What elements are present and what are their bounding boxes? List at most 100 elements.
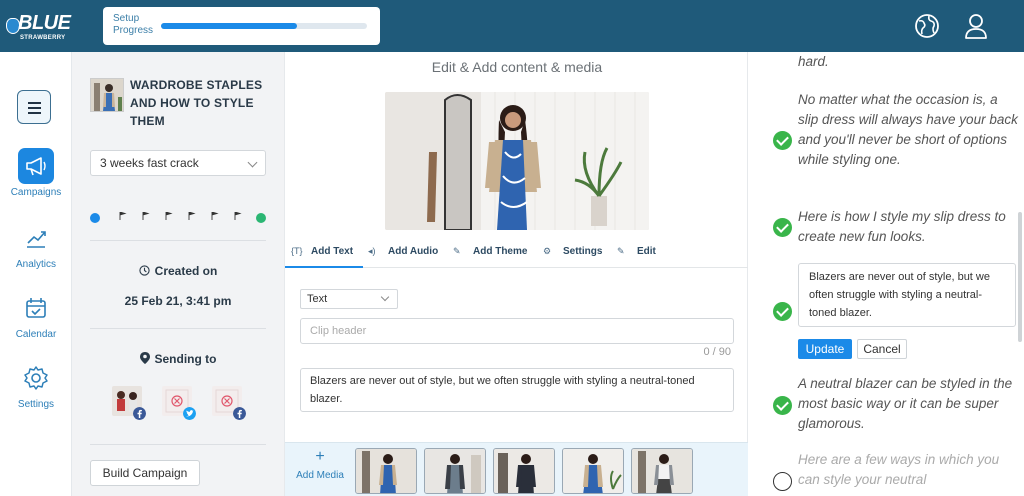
content-type-select[interactable]: Text (300, 289, 398, 309)
account-facebook-1[interactable] (112, 386, 146, 420)
clip-body-textarea[interactable]: Blazers are never out of style, but we o… (300, 368, 734, 412)
speaker-icon: ◂) (368, 246, 376, 256)
media-thumbnail[interactable] (355, 448, 417, 494)
tab-label: Add Audio (388, 246, 439, 257)
tab-settings[interactable]: ⚙ Settings (543, 246, 602, 257)
check-icon (773, 396, 792, 415)
brand-logo[interactable]: BLUE STRAWBERRY (4, 10, 71, 46)
setup-progress-label: Setup Progress (113, 13, 154, 36)
campaign-step-track (90, 212, 266, 223)
media-strip: + Add Media (285, 442, 749, 496)
left-nav: Campaigns Analytics Calendar Settings (0, 52, 72, 496)
step-start-dot (90, 213, 100, 223)
nav-item-analytics[interactable]: Analytics (0, 220, 72, 270)
tab-add-theme[interactable]: ✎ Add Theme (453, 246, 527, 257)
location-pin-icon (139, 352, 150, 364)
divider (90, 240, 266, 241)
build-campaign-button[interactable]: Build Campaign (90, 460, 200, 486)
tab-add-audio[interactable]: ◂) Add Audio (368, 246, 438, 257)
add-media-button[interactable]: + Add Media (291, 448, 349, 482)
sending-to-label: Sending to (154, 352, 217, 366)
campaign-thumbnail (90, 78, 124, 112)
brand-sub: STRAWBERRY (20, 35, 66, 41)
globe-icon[interactable] (913, 12, 941, 40)
hamburger-menu-button[interactable] (17, 90, 51, 124)
sending-to-heading: Sending to (90, 352, 266, 366)
setup-progress-track (161, 23, 367, 29)
setup-progress-fill (161, 23, 297, 29)
twitter-icon (183, 407, 196, 420)
campaign-detail-panel: WARDROBE STAPLES AND HOW TO STYLE THEM 3… (72, 52, 284, 496)
tab-label: Edit (637, 246, 656, 257)
check-icon (773, 302, 792, 321)
top-bar: BLUE STRAWBERRY Setup Progress (0, 0, 1024, 52)
clip-header-input[interactable] (300, 318, 734, 344)
script-line-editor[interactable]: Blazers are never out of style, but we o… (798, 263, 1016, 327)
created-on-label: Created on (154, 264, 218, 278)
schedule-select-value: 3 weeks fast crack (100, 156, 199, 170)
check-icon (773, 131, 792, 150)
divider (90, 444, 266, 445)
created-on-heading: Created on (90, 264, 266, 278)
text-icon: {T} (291, 246, 303, 256)
media-thumbnail[interactable] (493, 448, 555, 494)
schedule-select[interactable]: 3 weeks fast crack (90, 150, 266, 176)
cancel-button[interactable]: Cancel (857, 339, 907, 359)
tab-edit[interactable]: ✎ Edit (617, 246, 656, 257)
step-end-dot (256, 213, 266, 223)
script-line[interactable]: No matter what the occasion is, a slip d… (798, 90, 1020, 170)
unchecked-circle-icon[interactable] (773, 472, 792, 491)
account-facebook-disconnected[interactable] (212, 386, 246, 420)
step-flags (119, 212, 242, 220)
editor-title: Edit & Add content & media (431, 59, 603, 75)
script-panel: hard. No matter what the occasion is, a … (748, 52, 1024, 496)
trend-icon (18, 220, 54, 256)
facebook-icon (133, 407, 146, 420)
hero-photo (385, 92, 649, 230)
script-line[interactable]: Here is how I style my slip dress to cre… (798, 207, 1020, 247)
nav-label-analytics: Analytics (15, 259, 56, 270)
check-icon (773, 218, 792, 237)
tab-label: Add Text (311, 246, 354, 257)
tab-label: Settings (563, 246, 603, 257)
chevron-down-icon (380, 292, 390, 302)
megaphone-icon (18, 148, 54, 184)
hero-image[interactable] (385, 92, 649, 230)
user-icon[interactable] (962, 12, 990, 40)
media-thumbnail[interactable] (631, 448, 693, 494)
script-line[interactable]: hard. (798, 52, 1020, 72)
nav-label-calendar: Calendar (15, 329, 57, 340)
clip-header-char-counter: 0 / 90 (703, 346, 731, 358)
content-editor: Edit & Add content & media {T} Add Text … (284, 52, 749, 496)
created-date: 25 Feb 21, 3:41 pm (124, 294, 232, 308)
media-thumbnail[interactable] (562, 448, 624, 494)
nav-item-campaigns[interactable]: Campaigns (0, 148, 72, 198)
nav-item-calendar[interactable]: Calendar (0, 290, 72, 340)
nav-label-campaigns: Campaigns (10, 187, 62, 198)
facebook-icon (233, 407, 246, 420)
content-type-value: Text (307, 293, 328, 305)
scrollbar[interactable] (1018, 212, 1022, 342)
chevron-down-icon (247, 157, 258, 168)
plus-icon: + (315, 448, 325, 465)
editor-tabs: {T} Add Text ◂) Add Audio ✎ Add Theme ⚙ Sett… (285, 242, 749, 268)
campaign-title: WARDROBE STAPLES AND HOW TO STYLE THEM (130, 78, 263, 128)
clock-icon (139, 265, 150, 276)
update-button[interactable]: Update (798, 339, 852, 359)
active-tab-indicator (285, 266, 363, 268)
pencil-icon: ✎ (453, 246, 461, 256)
pencil-icon: ✎ (617, 246, 625, 256)
nav-item-settings[interactable]: Settings (0, 360, 72, 410)
script-line[interactable]: A neutral blazer can be styled in the mo… (798, 374, 1020, 434)
gear-icon: ⚙ (543, 246, 552, 256)
nav-label-settings: Settings (17, 399, 55, 410)
gear-icon (18, 360, 54, 396)
calendar-icon (18, 290, 54, 326)
media-thumbnail[interactable] (424, 448, 486, 494)
tab-label: Add Theme (473, 246, 528, 257)
tab-add-text[interactable]: {T} Add Text (291, 246, 353, 257)
account-twitter-disconnected[interactable] (162, 386, 196, 420)
add-media-label: Add Media (296, 470, 344, 481)
script-line[interactable]: Here are a few ways in which you can sty… (798, 450, 1020, 490)
setup-progress-widget[interactable]: Setup Progress (103, 7, 380, 45)
